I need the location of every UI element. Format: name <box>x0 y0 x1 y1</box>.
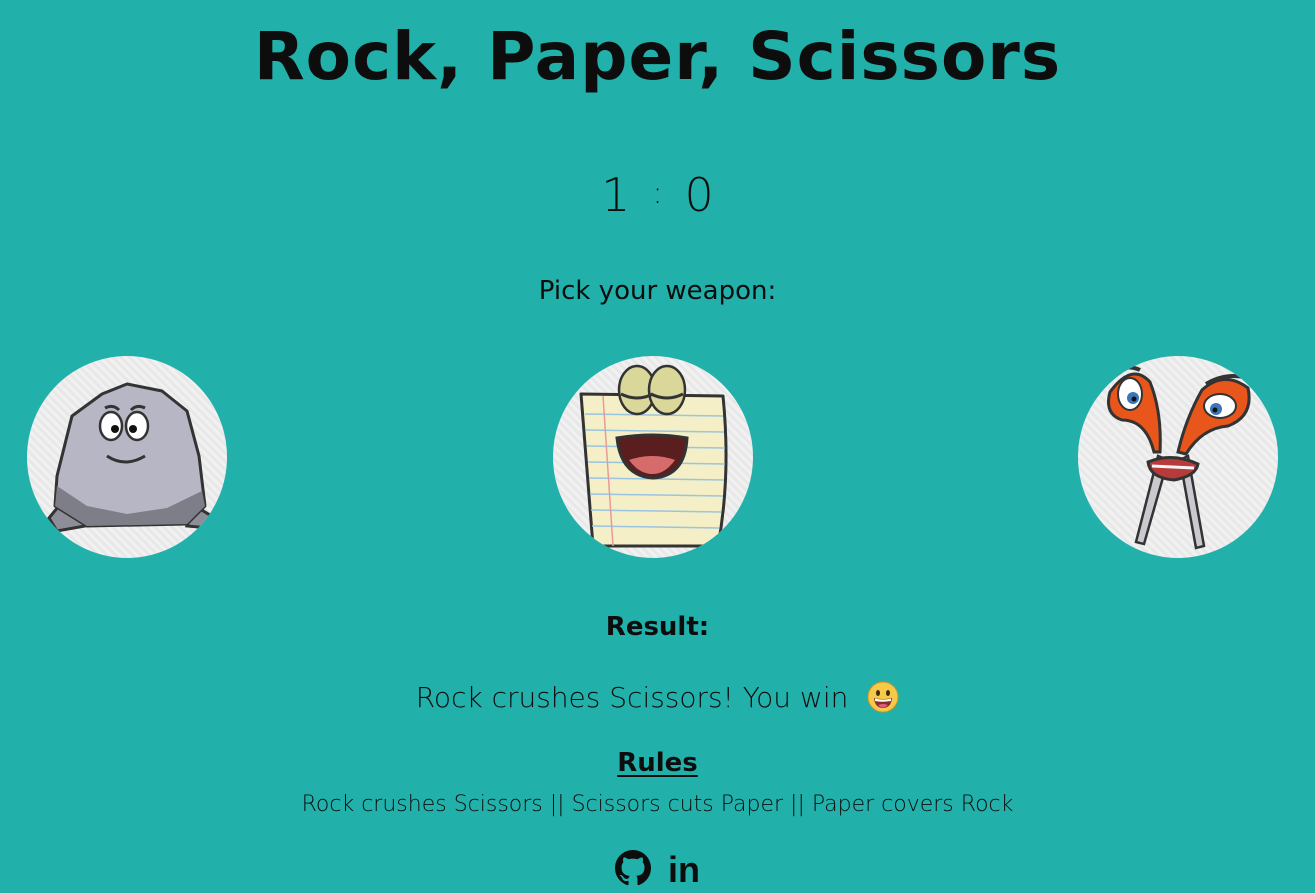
footer: in <box>0 850 1315 890</box>
github-link[interactable] <box>614 850 651 890</box>
scoreboard: 1:0 <box>0 168 1315 222</box>
rules-link[interactable]: Rules <box>617 748 698 778</box>
computer-score: 0 <box>684 168 714 222</box>
result-label: Result: <box>605 612 710 642</box>
scissors-icon <box>1107 365 1251 550</box>
page-title: Rock, Paper, Scissors <box>253 18 1062 95</box>
grinning-face-icon <box>867 681 899 713</box>
github-icon <box>614 850 651 886</box>
player-score: 1 <box>601 168 631 222</box>
paper-icon <box>579 364 728 548</box>
result-message-text: Rock crushes Scissors! You win <box>415 681 849 714</box>
linkedin-link[interactable]: in <box>668 850 700 890</box>
paper-button[interactable] <box>553 356 753 558</box>
rules-heading: Rules <box>0 748 1315 778</box>
score-separator: : <box>652 176 663 211</box>
result-message: Rock crushes Scissors! You win <box>0 681 1315 714</box>
rules-text: Rock crushes Scissors || Scissors cuts P… <box>301 792 1014 817</box>
rock-icon <box>47 382 218 533</box>
rock-button[interactable] <box>27 356 227 558</box>
weapon-prompt: Pick your weapon: <box>538 276 777 306</box>
scissors-button[interactable] <box>1078 356 1278 558</box>
